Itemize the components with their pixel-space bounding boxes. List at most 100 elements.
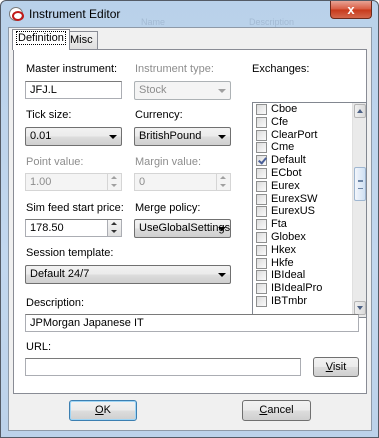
checkbox[interactable]	[256, 129, 267, 141]
checkbox[interactable]	[256, 104, 267, 115]
exchanges-scrollbar[interactable]	[352, 103, 366, 317]
currency-label: Currency:	[135, 109, 183, 121]
instrument-editor-window: Instrument Editor Name Description x Def…	[0, 0, 379, 438]
list-item[interactable]: EurexUS	[253, 205, 366, 218]
list-item[interactable]: Eurex	[253, 180, 366, 193]
list-item-label: Globex	[271, 230, 306, 243]
ghost-column-name: Name	[141, 17, 166, 27]
session-template-value: Default 24/7	[30, 268, 90, 280]
master-instrument-input[interactable]: JFJ.L	[25, 81, 122, 99]
list-item[interactable]: EurexSW	[253, 193, 366, 206]
close-icon: x	[347, 2, 355, 17]
arrow-up-icon	[357, 109, 363, 113]
list-item-label: Hkex	[271, 243, 297, 256]
list-item-label: Cboe	[271, 103, 298, 115]
sim-feed-start-price-spin[interactable]	[107, 220, 121, 236]
checkbox[interactable]	[256, 142, 267, 154]
checkbox[interactable]	[256, 257, 267, 269]
checkbox[interactable]	[256, 231, 267, 243]
list-item-label: Hkfe	[271, 256, 294, 269]
scroll-thumb[interactable]	[354, 167, 366, 201]
app-icon	[9, 7, 24, 21]
list-item-label: ECbot	[271, 166, 302, 179]
description-input[interactable]: JPMorgan Japanese IT	[25, 314, 359, 332]
tab-definition[interactable]: Definition	[12, 29, 70, 50]
list-item-label: IBIdeal	[271, 269, 306, 282]
list-item-label: Cfe	[271, 115, 289, 128]
ok-button-mnemonic: O	[95, 404, 104, 416]
list-item[interactable]: Fta	[253, 218, 366, 231]
visit-button-suffix: isit	[332, 361, 347, 373]
list-item-label: EurexUS	[271, 205, 316, 218]
list-item[interactable]: IBIdeal	[253, 269, 366, 282]
checkbox[interactable]	[256, 116, 267, 128]
margin-value-spin	[216, 174, 230, 190]
list-item[interactable]: Default	[253, 154, 366, 167]
list-item[interactable]: ECbot	[253, 167, 366, 180]
exchanges-list[interactable]: Cboe Cfe ClearPort Cme Default ECbot Eurex Eure…	[252, 102, 367, 318]
checkbox[interactable]	[256, 244, 267, 256]
list-item[interactable]: IBTmbr	[253, 295, 366, 308]
visit-button-mnemonic: V	[325, 361, 333, 373]
currency-select[interactable]: BritishPound	[134, 127, 231, 146]
margin-value-label: Margin value:	[135, 156, 202, 168]
title-bar[interactable]: Instrument Editor Name Description x	[1, 1, 378, 27]
point-value-label: Point value:	[26, 156, 84, 168]
list-item[interactable]: Cme	[253, 141, 366, 154]
list-item-label: Eurex	[271, 179, 300, 192]
list-item-label: IBTmbr	[271, 294, 308, 307]
session-template-select[interactable]: Default 24/7	[25, 265, 231, 284]
list-item[interactable]: Globex	[253, 231, 366, 244]
merge-policy-value: UseGlobalSettings	[139, 222, 231, 234]
scroll-up-button[interactable]	[354, 104, 366, 118]
sim-feed-start-price-label: Sim feed start price:	[26, 202, 124, 214]
list-item-label: ClearPort	[271, 128, 318, 141]
visit-button[interactable]: Visit	[313, 357, 359, 377]
tick-size-select[interactable]: 0.01	[25, 127, 122, 146]
instrument-type-value: Stock	[139, 84, 167, 96]
cancel-button[interactable]: Cancel	[242, 400, 311, 421]
ghost-column-description: Description	[249, 17, 295, 27]
close-button[interactable]: x	[330, 1, 372, 19]
checkbox[interactable]	[256, 180, 267, 192]
dialog-client-area: Definition Misc Master instrument: JFJ.L…	[8, 27, 372, 431]
currency-value: BritishPound	[139, 130, 202, 142]
sim-feed-start-price-stepper[interactable]: 178.50	[25, 219, 122, 237]
master-instrument-label: Master instrument:	[26, 63, 118, 75]
tick-size-label: Tick size:	[26, 109, 72, 121]
window-title: Instrument Editor	[29, 7, 121, 21]
exchanges-label: Exchanges:	[252, 63, 310, 75]
checkbox[interactable]	[256, 206, 267, 218]
list-item[interactable]: Hkex	[253, 244, 366, 257]
checkbox[interactable]	[256, 193, 267, 205]
checkbox[interactable]	[256, 270, 267, 282]
list-item-label: Cme	[271, 141, 295, 154]
point-value-spin	[107, 174, 121, 190]
list-item[interactable]: Hkfe	[253, 257, 366, 270]
list-item[interactable]: Cboe	[253, 103, 366, 116]
tab-misc[interactable]: Misc	[65, 31, 98, 49]
description-label: Description:	[26, 297, 85, 309]
merge-policy-select[interactable]: UseGlobalSettings	[134, 219, 231, 238]
list-item-label: Default	[271, 154, 306, 167]
exchanges-items: Cboe Cfe ClearPort Cme Default ECbot Eurex Eure…	[253, 103, 366, 308]
ok-button[interactable]: OK	[69, 400, 137, 421]
margin-value-value: 0	[139, 176, 146, 188]
checkbox[interactable]	[256, 219, 267, 231]
session-template-label: Session template:	[26, 247, 114, 259]
list-item[interactable]: IBIdealPro	[253, 282, 366, 295]
checkbox[interactable]	[256, 295, 267, 307]
ok-button-suffix: K	[103, 404, 111, 416]
instrument-type-select: Stock	[134, 81, 231, 100]
instrument-type-label: Instrument type:	[135, 63, 214, 75]
list-item-label: IBIdealPro	[271, 282, 323, 295]
chevron-down-icon	[109, 135, 117, 139]
checkbox[interactable]	[256, 167, 267, 179]
scroll-down-button[interactable]	[354, 301, 366, 315]
chevron-down-icon	[218, 227, 226, 231]
list-item[interactable]: Cfe	[253, 116, 366, 129]
url-input[interactable]	[25, 358, 301, 376]
checkbox[interactable]	[256, 283, 267, 295]
list-item[interactable]: ClearPort	[253, 129, 366, 142]
checkbox[interactable]	[256, 155, 267, 167]
